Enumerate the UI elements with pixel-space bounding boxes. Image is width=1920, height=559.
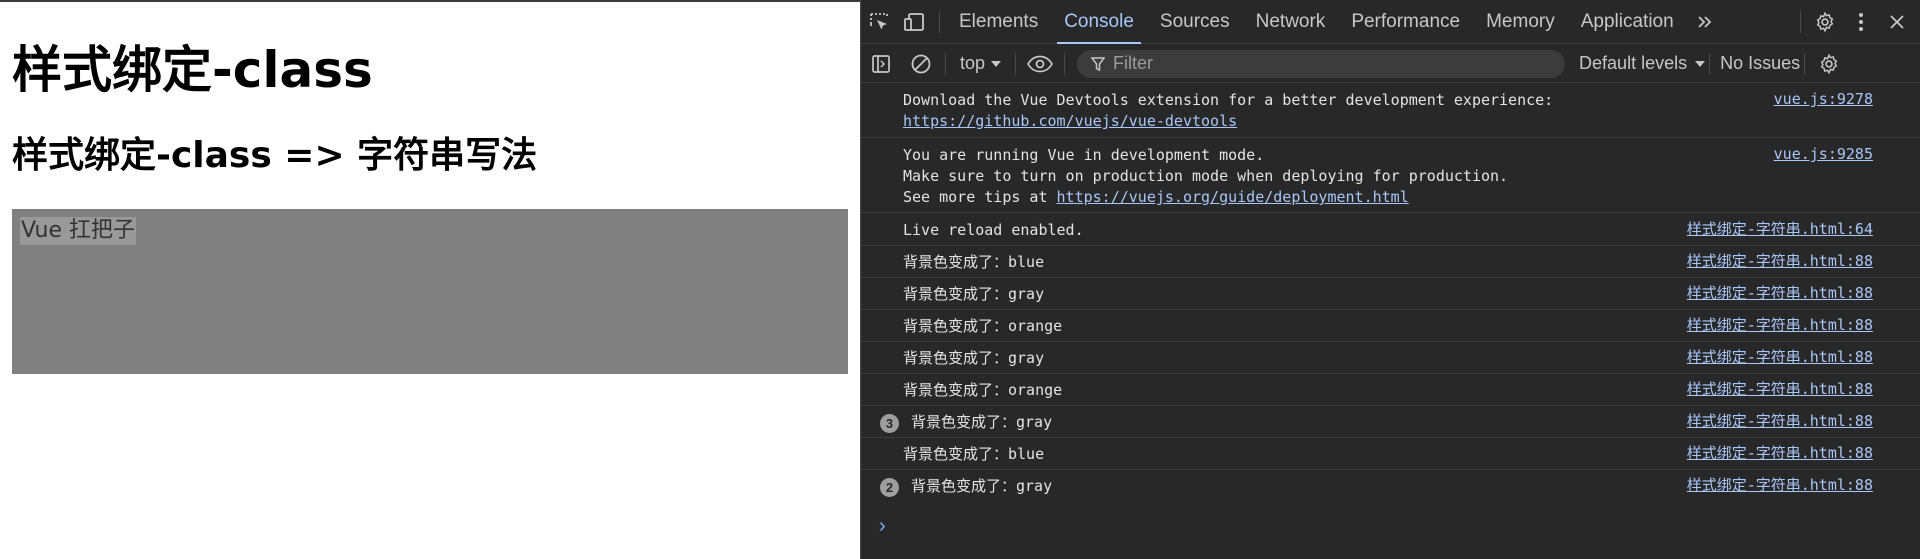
chevron-down-icon — [1695, 60, 1706, 67]
sidebar-toggle-icon[interactable] — [861, 45, 901, 83]
filter-icon — [1091, 56, 1106, 71]
message-source-link[interactable]: 样式绑定-字符串.html:88 — [1687, 379, 1873, 400]
toolbar-divider — [1800, 10, 1801, 33]
message-text: 背景色变成了：blue — [903, 445, 1045, 463]
message-source-link[interactable]: vue.js:9285 — [1774, 144, 1873, 165]
page-title: 样式绑定-class — [12, 41, 373, 99]
toolbar-divider — [1015, 52, 1017, 75]
toolbar-divider — [1804, 52, 1806, 75]
tab-memory[interactable]: Memory — [1473, 0, 1568, 44]
console-messages: Download the Vue Devtools extension for … — [861, 84, 1920, 559]
message-source-link[interactable]: 样式绑定-字符串.html:88 — [1687, 283, 1873, 304]
console-message: 3 背景色变成了：gray 样式绑定-字符串.html:88 — [861, 406, 1920, 438]
context-label: top — [960, 53, 986, 73]
message-source-link[interactable]: 样式绑定-字符串.html:88 — [1687, 411, 1873, 432]
inspect-element-icon[interactable] — [861, 0, 897, 44]
console-message: 背景色变成了：blue 样式绑定-字符串.html:88 — [861, 438, 1920, 470]
message-text: 背景色变成了：gray — [903, 349, 1045, 367]
tab-network[interactable]: Network — [1243, 0, 1339, 44]
message-source-link[interactable]: vue.js:9278 — [1774, 89, 1873, 110]
console-prompt[interactable]: › — [879, 516, 886, 536]
live-expression-icon[interactable] — [1020, 45, 1060, 83]
console-message: 背景色变成了：blue 样式绑定-字符串.html:88 — [861, 246, 1920, 278]
devtools-tab-bar: Elements Console Sources Network Perform… — [861, 0, 1920, 44]
message-source-link[interactable]: 样式绑定-字符串.html:88 — [1687, 475, 1873, 496]
log-levels-label: Default levels — [1579, 53, 1688, 73]
box-text: Vue 扛把子 — [20, 217, 137, 245]
message-source-link[interactable]: 样式绑定-字符串.html:88 — [1687, 443, 1873, 464]
devtools-panel: Elements Console Sources Network Perform… — [860, 0, 1920, 559]
console-message: 背景色变成了：orange 样式绑定-字符串.html:88 — [861, 310, 1920, 342]
message-source-link[interactable]: 样式绑定-字符串.html:88 — [1687, 315, 1873, 336]
console-message: Live reload enabled. 样式绑定-字符串.html:64 — [861, 214, 1920, 246]
console-message: 背景色变成了：gray 样式绑定-字符串.html:88 — [861, 278, 1920, 310]
repeat-count-badge: 3 — [880, 414, 899, 433]
message-link[interactable]: https://vuejs.org/guide/deployment.html — [1057, 188, 1409, 206]
rendered-page: 样式绑定-class 样式绑定-class => 字符串写法 Vue 扛把子 — [0, 0, 860, 559]
console-message: 背景色变成了：orange 样式绑定-字符串.html:88 — [861, 374, 1920, 406]
page-subtitle: 样式绑定-class => 字符串写法 — [12, 135, 538, 176]
chevron-down-icon — [991, 60, 1002, 67]
tab-console[interactable]: Console — [1051, 0, 1147, 44]
message-source-link[interactable]: 样式绑定-字符串.html:88 — [1687, 347, 1873, 368]
message-text: 背景色变成了：orange — [903, 317, 1063, 335]
close-icon[interactable] — [1879, 0, 1915, 44]
more-tabs-icon[interactable] — [1687, 0, 1723, 44]
console-message: You are running Vue in development mode.… — [861, 139, 1920, 213]
device-toolbar-icon[interactable] — [897, 0, 933, 44]
console-message: 2 背景色变成了：gray 样式绑定-字符串.html:88 — [861, 470, 1920, 502]
message-text: 背景色变成了：gray — [903, 285, 1045, 303]
log-levels-dropdown[interactable]: Default levels — [1579, 53, 1706, 74]
message-link[interactable]: https://github.com/vuejs/vue-devtools — [903, 112, 1237, 130]
filter-placeholder: Filter — [1113, 53, 1154, 73]
repeat-count-badge: 2 — [880, 478, 899, 497]
message-text: 背景色变成了：blue — [903, 253, 1045, 271]
tab-sources[interactable]: Sources — [1147, 0, 1243, 44]
console-toolbar: top Filter Default levels No Issues — [861, 45, 1920, 83]
message-text: Make sure to turn on production mode whe… — [903, 167, 1509, 185]
console-message: Download the Vue Devtools extension for … — [861, 84, 1920, 138]
message-source-link[interactable]: 样式绑定-字符串.html:64 — [1687, 219, 1873, 240]
toolbar-divider — [1064, 52, 1066, 75]
message-text: 背景色变成了：orange — [903, 381, 1063, 399]
context-selector[interactable]: top — [950, 53, 1011, 74]
tab-application[interactable]: Application — [1568, 0, 1687, 44]
message-body: Download the Vue Devtools extension for … — [903, 90, 1553, 132]
message-text: You are running Vue in development mode. — [903, 146, 1265, 164]
issues-counter[interactable]: No Issues — [1720, 53, 1800, 74]
tabbar-actions — [1794, 0, 1920, 44]
toolbar-divider — [945, 52, 946, 75]
toolbar-divider — [939, 10, 940, 33]
clear-console-icon[interactable] — [901, 45, 941, 83]
filter-input[interactable]: Filter — [1077, 49, 1566, 78]
console-settings-icon[interactable] — [1809, 45, 1849, 83]
tab-elements[interactable]: Elements — [946, 0, 1051, 44]
styled-box: Vue 扛把子 — [12, 209, 848, 374]
more-options-icon[interactable] — [1843, 0, 1879, 44]
message-text: Download the Vue Devtools extension for … — [903, 91, 1554, 109]
tab-performance[interactable]: Performance — [1338, 0, 1473, 44]
message-source-link[interactable]: 样式绑定-字符串.html:88 — [1687, 251, 1873, 272]
message-body: You are running Vue in development mode.… — [903, 145, 1508, 208]
message-text: 背景色变成了：gray — [911, 413, 1053, 431]
message-text: Live reload enabled. — [903, 221, 1084, 239]
toolbar-divider — [1709, 52, 1711, 75]
console-message: 背景色变成了：gray 样式绑定-字符串.html:88 — [861, 342, 1920, 374]
message-text: See more tips at — [903, 188, 1057, 206]
message-text: 背景色变成了：gray — [911, 477, 1053, 495]
settings-icon[interactable] — [1807, 0, 1843, 44]
